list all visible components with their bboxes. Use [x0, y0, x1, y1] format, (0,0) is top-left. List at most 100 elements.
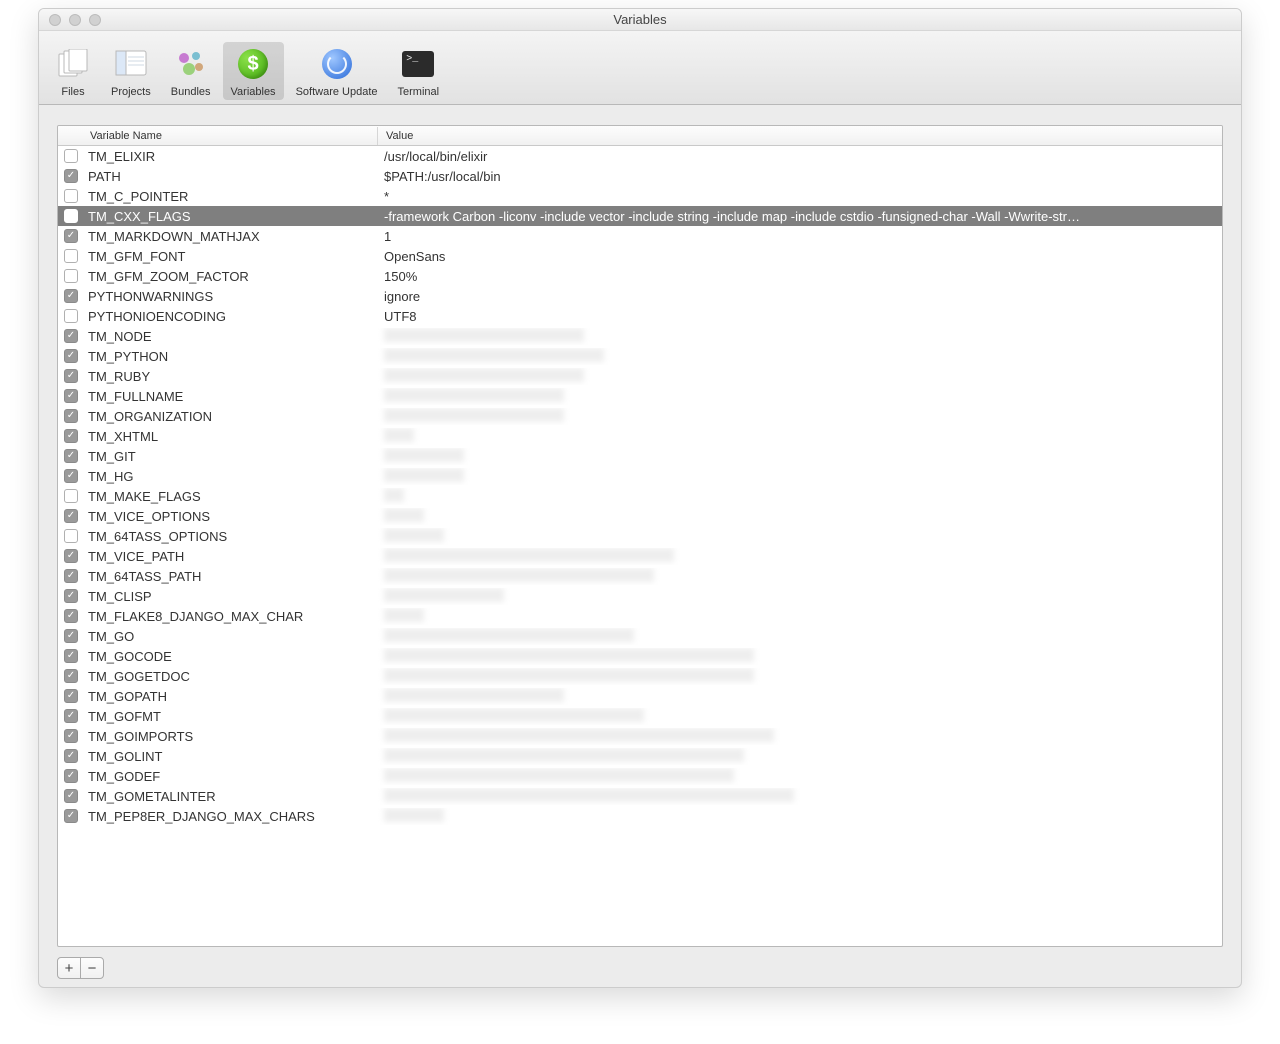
- variable-name-cell[interactable]: TM_MARKDOWN_MATHJAX: [82, 229, 378, 244]
- enabled-checkbox[interactable]: ✓: [64, 589, 78, 603]
- variable-value-cell[interactable]: OpenSans: [378, 249, 1222, 264]
- table-row[interactable]: ✓TM_GOFMT: [58, 706, 1222, 726]
- column-header-value[interactable]: Value: [378, 127, 1222, 145]
- toolbar-tab-software-update[interactable]: Software Update: [288, 42, 386, 100]
- variable-name-cell[interactable]: TM_ORGANIZATION: [82, 409, 378, 424]
- close-window-button[interactable]: [49, 14, 61, 26]
- table-row[interactable]: ✓TM_FLAKE8_DJANGO_MAX_CHAR: [58, 606, 1222, 626]
- enabled-checkbox[interactable]: ✓: [64, 629, 78, 643]
- remove-variable-button[interactable]: −: [80, 957, 104, 979]
- toolbar-tab-variables[interactable]: $Variables: [223, 42, 284, 100]
- variable-name-cell[interactable]: TM_MAKE_FLAGS: [82, 489, 378, 504]
- toolbar-tab-bundles[interactable]: Bundles: [163, 42, 219, 100]
- variable-value-cell[interactable]: [378, 328, 1222, 345]
- toolbar-tab-terminal[interactable]: >_Terminal: [390, 42, 448, 100]
- table-row[interactable]: ✓PATH$PATH:/usr/local/bin: [58, 166, 1222, 186]
- variable-value-cell[interactable]: ignore: [378, 289, 1222, 304]
- variable-value-cell[interactable]: [378, 648, 1222, 665]
- variable-name-cell[interactable]: TM_GOLINT: [82, 749, 378, 764]
- variable-value-cell[interactable]: [378, 748, 1222, 765]
- variable-name-cell[interactable]: TM_GOMETALINTER: [82, 789, 378, 804]
- variable-name-cell[interactable]: PYTHONWARNINGS: [82, 289, 378, 304]
- table-row[interactable]: ✓TM_PYTHON: [58, 346, 1222, 366]
- table-row[interactable]: ✓TM_GO: [58, 626, 1222, 646]
- table-row[interactable]: TM_C_POINTER*: [58, 186, 1222, 206]
- enabled-checkbox[interactable]: ✓: [64, 709, 78, 723]
- table-row[interactable]: ✓ TM_64TASS_PATH: [58, 566, 1222, 586]
- enabled-checkbox[interactable]: ✓: [64, 369, 78, 383]
- table-row[interactable]: TM_GFM_ZOOM_FACTOR150%: [58, 266, 1222, 286]
- variable-value-cell[interactable]: [378, 728, 1222, 745]
- variable-name-cell[interactable]: PATH: [82, 169, 378, 184]
- table-row[interactable]: ✓ PYTHONWARNINGSignore: [58, 286, 1222, 306]
- enabled-checkbox[interactable]: ✓: [64, 389, 78, 403]
- table-row[interactable]: ✓TM_GOIMPORTS: [58, 726, 1222, 746]
- enabled-checkbox[interactable]: [64, 269, 78, 283]
- enabled-checkbox[interactable]: ✓: [64, 349, 78, 363]
- variable-name-cell[interactable]: TM_FULLNAME: [82, 389, 378, 404]
- enabled-checkbox[interactable]: [64, 489, 78, 503]
- variable-name-cell[interactable]: TM_GOGETDOC: [82, 669, 378, 684]
- variable-value-cell[interactable]: -framework Carbon -liconv -include vecto…: [378, 209, 1222, 224]
- enabled-checkbox[interactable]: [64, 529, 78, 543]
- variable-name-cell[interactable]: PYTHONIOENCODING: [82, 309, 378, 324]
- table-row[interactable]: ✓TM_RUBY: [58, 366, 1222, 386]
- table-row[interactable]: ✓TM_GOPATH: [58, 686, 1222, 706]
- table-row[interactable]: ✓TM_XHTML: [58, 426, 1222, 446]
- table-row[interactable]: TM_GFM_FONTOpenSans: [58, 246, 1222, 266]
- minimize-window-button[interactable]: [69, 14, 81, 26]
- variable-value-cell[interactable]: [378, 568, 1222, 585]
- variable-value-cell[interactable]: [378, 488, 1222, 505]
- variable-name-cell[interactable]: TM_64TASS_OPTIONS: [82, 529, 378, 544]
- zoom-window-button[interactable]: [89, 14, 101, 26]
- variable-name-cell[interactable]: TM_NODE: [82, 329, 378, 344]
- toolbar-tab-projects[interactable]: Projects: [103, 42, 159, 100]
- enabled-checkbox[interactable]: ✓: [64, 549, 78, 563]
- enabled-checkbox[interactable]: ✓: [64, 809, 78, 823]
- variable-value-cell[interactable]: [378, 608, 1222, 625]
- variable-value-cell[interactable]: [378, 348, 1222, 365]
- enabled-checkbox[interactable]: ✓: [64, 789, 78, 803]
- variable-name-cell[interactable]: TM_GIT: [82, 449, 378, 464]
- variable-name-cell[interactable]: TM_XHTML: [82, 429, 378, 444]
- column-header-name[interactable]: Variable Name: [82, 127, 378, 145]
- variable-value-cell[interactable]: [378, 468, 1222, 485]
- table-row[interactable]: ✓TM_MARKDOWN_MATHJAX1: [58, 226, 1222, 246]
- variable-name-cell[interactable]: TM_64TASS_PATH: [82, 569, 378, 584]
- variable-value-cell[interactable]: [378, 408, 1222, 425]
- enabled-checkbox[interactable]: ✓: [64, 649, 78, 663]
- variable-name-cell[interactable]: TM_GFM_ZOOM_FACTOR: [82, 269, 378, 284]
- variable-name-cell[interactable]: TM_PEP8ER_DJANGO_MAX_CHARS: [82, 809, 378, 824]
- variable-name-cell[interactable]: TM_CLISP: [82, 589, 378, 604]
- table-row[interactable]: ✓TM_ORGANIZATION: [58, 406, 1222, 426]
- variable-value-cell[interactable]: [378, 808, 1222, 825]
- table-row[interactable]: ✓TM_HG: [58, 466, 1222, 486]
- variable-name-cell[interactable]: TM_VICE_OPTIONS: [82, 509, 378, 524]
- table-row[interactable]: PYTHONIOENCODINGUTF8: [58, 306, 1222, 326]
- table-row[interactable]: ✓ TM_PEP8ER_DJANGO_MAX_CHARS: [58, 806, 1222, 826]
- variable-value-cell[interactable]: [378, 768, 1222, 785]
- enabled-checkbox[interactable]: ✓: [64, 569, 78, 583]
- variable-value-cell[interactable]: UTF8: [378, 309, 1222, 324]
- table-row[interactable]: TM_CXX_FLAGS-framework Carbon -liconv -i…: [58, 206, 1222, 226]
- variable-name-cell[interactable]: TM_VICE_PATH: [82, 549, 378, 564]
- enabled-checkbox[interactable]: ✓: [64, 749, 78, 763]
- table-row[interactable]: ✓TM_GOGETDOC: [58, 666, 1222, 686]
- toolbar-tab-files[interactable]: Files: [47, 42, 99, 100]
- variable-value-cell[interactable]: [378, 528, 1222, 545]
- variable-name-cell[interactable]: TM_GOCODE: [82, 649, 378, 664]
- enabled-checkbox[interactable]: ✓: [64, 289, 78, 303]
- variable-value-cell[interactable]: [378, 668, 1222, 685]
- variable-value-cell[interactable]: [378, 548, 1222, 565]
- table-row[interactable]: ✓ TM_CLISP: [58, 586, 1222, 606]
- table-row[interactable]: ✓TM_VICE_OPTIONS: [58, 506, 1222, 526]
- table-row[interactable]: ✓TM_NODE: [58, 326, 1222, 346]
- add-variable-button[interactable]: +: [57, 957, 81, 979]
- enabled-checkbox[interactable]: ✓: [64, 469, 78, 483]
- variable-name-cell[interactable]: TM_ELIXIR: [82, 149, 378, 164]
- enabled-checkbox[interactable]: ✓: [64, 449, 78, 463]
- enabled-checkbox[interactable]: [64, 309, 78, 323]
- variable-value-cell[interactable]: 150%: [378, 269, 1222, 284]
- enabled-checkbox[interactable]: ✓: [64, 609, 78, 623]
- enabled-checkbox[interactable]: ✓: [64, 229, 78, 243]
